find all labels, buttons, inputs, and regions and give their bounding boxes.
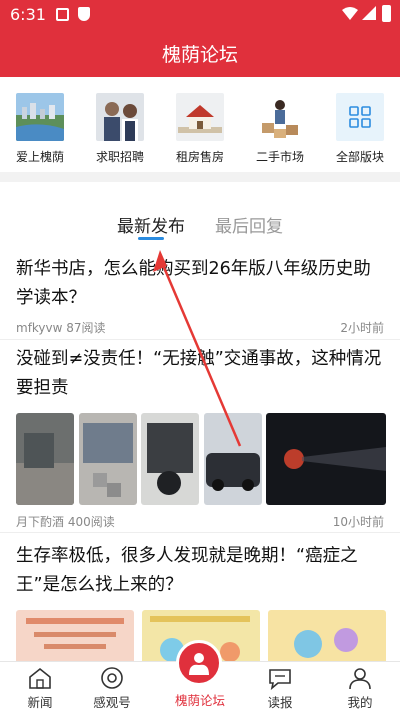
section-divider xyxy=(0,172,400,182)
active-tab-indicator xyxy=(138,237,164,240)
post-divider xyxy=(0,339,400,340)
nav-news[interactable]: 新闻 xyxy=(10,666,70,711)
page-title: 槐荫论坛 xyxy=(161,44,238,66)
post-tabs: 最新发布 最后回复 xyxy=(0,212,400,242)
city-photo-icon xyxy=(16,93,64,141)
tab-latest[interactable]: 最新发布 xyxy=(117,212,185,237)
home-icon xyxy=(29,667,51,689)
post-divider xyxy=(0,532,400,533)
shortcut-love-huaiyin[interactable]: 爱上槐荫 xyxy=(10,90,70,165)
nav-read-paper[interactable]: 读报 xyxy=(250,666,310,711)
person-icon xyxy=(349,668,371,690)
nav-label: 我的 xyxy=(347,695,373,710)
post-image xyxy=(141,413,199,505)
nav-label: 感观号 xyxy=(93,695,131,710)
wifi-icon xyxy=(342,7,358,20)
post-title: 没碰到≠没责任！“无接触”交通事故，这种情况要担责 xyxy=(16,349,382,398)
shortcut-label: 求职招聘 xyxy=(95,150,144,164)
shortcut-jobs[interactable]: 求职招聘 xyxy=(90,90,150,165)
post-title: 生存率极低，很多人发现就是晚期！“癌症之王”是怎么找上来的？ xyxy=(16,546,358,595)
nav-ganguanhao[interactable]: 感观号 xyxy=(82,666,142,711)
shield-icon xyxy=(78,7,90,21)
eye-icon xyxy=(101,667,123,689)
shortcut-all-boards[interactable]: 全部版块 xyxy=(330,90,390,165)
tab-last-reply[interactable]: 最后回复 xyxy=(215,212,283,237)
post-item[interactable]: 新华书店，怎么能购买到26年版八年级历史助学读本？ mfkyvw 87阅读 2小… xyxy=(0,255,400,340)
post-meta: 月下酌酒 400阅读 10小时前 xyxy=(16,513,386,530)
shortcut-second-hand[interactable]: 二手市场 xyxy=(250,90,310,165)
post-image xyxy=(78,413,137,505)
nav-label: 新闻 xyxy=(27,695,53,710)
shortcut-label: 租房售房 xyxy=(175,150,224,164)
post-image xyxy=(203,413,262,505)
market-photo-icon xyxy=(256,93,304,141)
job-photo-icon xyxy=(96,93,144,141)
nav-label: 槐荫论坛 xyxy=(174,693,225,708)
post-image xyxy=(266,413,386,505)
app-notification-icon xyxy=(56,8,69,21)
post-item[interactable]: 没碰到≠没责任！“无接触”交通事故，这种情况要担责 月下酌酒 400阅读 10小… xyxy=(0,345,400,533)
post-time: 10小时前 xyxy=(332,515,384,529)
nav-label: 读报 xyxy=(267,695,293,710)
shortcut-housing[interactable]: 租房售房 xyxy=(170,90,230,165)
grid-icon xyxy=(336,93,384,141)
post-meta: mfkyvw 87阅读 2小时前 xyxy=(16,319,386,336)
shortcut-label: 二手市场 xyxy=(255,150,304,164)
battery-icon xyxy=(382,5,391,22)
shortcut-label: 爱上槐荫 xyxy=(15,150,64,164)
post-author-reads: mfkyvw 87阅读 xyxy=(16,321,106,335)
nav-forum[interactable]: 槐荫论坛 xyxy=(170,688,230,709)
post-author-reads: 月下酌酒 400阅读 xyxy=(16,515,115,529)
post-images xyxy=(16,413,386,505)
bottom-navigation: 新闻 感观号 槐荫论坛 读报 我的 xyxy=(0,640,400,711)
status-bar: 6:31 xyxy=(0,0,400,30)
forum-icon[interactable] xyxy=(176,640,222,686)
nav-mine[interactable]: 我的 xyxy=(330,666,390,711)
post-time: 2小时前 xyxy=(340,321,384,335)
top-bar: 6:31 槐荫论坛 xyxy=(0,0,400,77)
shortcut-row: 爱上槐荫 求职招聘 租房售房 二手市场 全部版块 xyxy=(0,90,400,170)
house-photo-icon xyxy=(176,93,224,141)
shortcut-label: 全部版块 xyxy=(335,150,384,164)
status-time: 6:31 xyxy=(10,5,46,24)
post-image xyxy=(16,413,74,505)
post-title: 新华书店，怎么能购买到26年版八年级历史助学读本？ xyxy=(16,259,371,308)
chat-icon xyxy=(269,669,291,690)
signal-icon xyxy=(362,6,376,20)
